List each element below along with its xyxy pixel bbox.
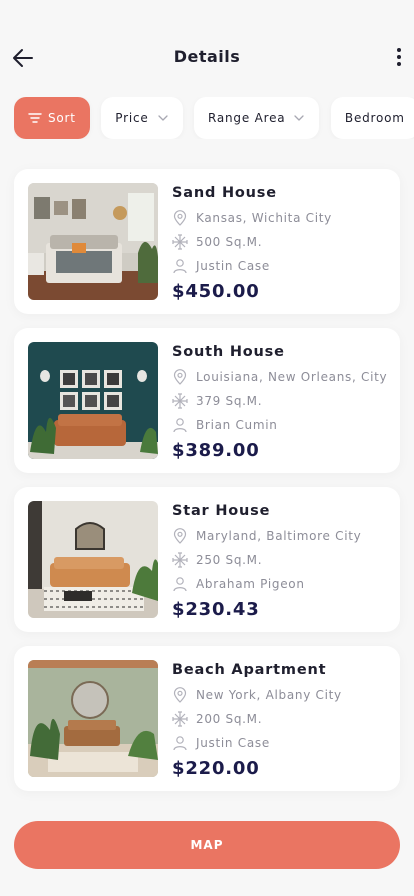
price-chip-label: Price [115,111,149,125]
listing-agent: Justin Case [196,259,270,273]
listing-name: Sand House [172,185,277,201]
user-icon [173,259,187,274]
listing-photo [28,183,158,300]
bedroom-chip-label: Bedroom [344,111,405,125]
sort-chip-label: Sort [48,111,76,125]
chevron-down-icon [294,115,305,121]
listing-name: Beach Apartment [172,662,327,678]
user-icon [173,577,187,592]
listing-card[interactable]: Star House Maryland, Baltimore City 250 … [14,487,400,632]
sort-icon [28,113,42,123]
chevron-down-icon [157,115,168,121]
more-options-button[interactable] [392,45,406,71]
range-area-chip-label: Range Area [208,111,286,125]
listing-name: Star House [172,503,271,519]
range-area-chip[interactable]: Range Area [194,97,320,139]
listing-location: Kansas, Wichita City [196,211,332,225]
listing-name: South House [172,344,285,360]
listing-area: 250 Sq.M. [196,553,263,567]
location-pin-icon [173,687,187,703]
listing-area: 200 Sq.M. [196,712,263,726]
map-button[interactable]: MAP [14,821,400,869]
listing-location: New York, Albany City [196,688,342,702]
listing-agent: Justin Case [196,736,270,750]
listing-area: 379 Sq.M. [196,394,263,408]
listing-location: Louisiana, New Orleans, City [196,370,388,384]
listing-photo [28,660,158,777]
more-vertical-icon [392,48,406,66]
listing-price: $230.43 [172,599,260,620]
area-icon [172,552,188,568]
listing-card[interactable]: Sand House Kansas, Wichita City 500 Sq.M… [14,169,400,314]
listing-photo [28,501,158,618]
sort-chip[interactable]: Sort [14,97,90,139]
listing-photo [28,342,158,459]
app-header: Details [0,0,414,90]
listing-price: $389.00 [172,440,260,461]
listing-location: Maryland, Baltimore City [196,529,362,543]
listing-card[interactable]: South House Louisiana, New Orleans, City… [14,328,400,473]
location-pin-icon [173,369,187,385]
listing-card[interactable]: Beach Apartment New York, Albany City 20… [14,646,400,791]
area-icon [172,711,188,727]
user-icon [173,418,187,433]
location-pin-icon [173,210,187,226]
price-chip[interactable]: Price [101,97,183,139]
page-title: Details [173,47,241,66]
listing-agent: Brian Cumin [196,418,278,432]
filter-bar: Sort Price Range Area Bedroom [14,97,414,139]
bedroom-chip[interactable]: Bedroom [330,97,414,139]
listing-area: 500 Sq.M. [196,235,263,249]
listing-price: $450.00 [172,281,260,302]
area-icon [172,393,188,409]
area-icon [172,234,188,250]
listing-agent: Abraham Pigeon [196,577,305,591]
user-icon [173,736,187,751]
location-pin-icon [173,528,187,544]
listing-price: $220.00 [172,758,260,779]
